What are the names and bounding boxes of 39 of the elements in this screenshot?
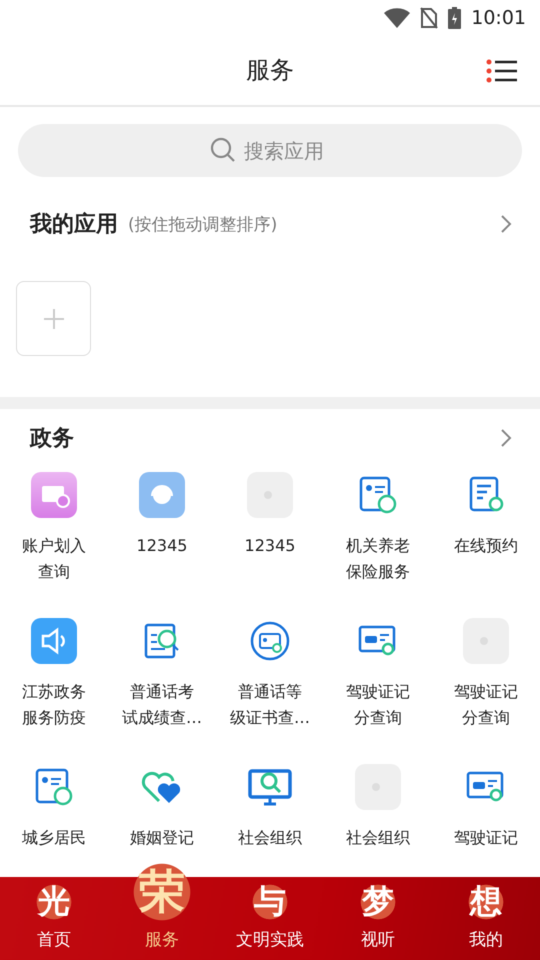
chevron-right-icon[interactable] bbox=[500, 214, 512, 234]
nav-tab[interactable]: 梦 视听 bbox=[324, 877, 432, 960]
nav-tab[interactable]: 光 首页 bbox=[0, 877, 108, 960]
search-icon bbox=[210, 137, 236, 163]
no-sim-icon bbox=[420, 6, 438, 28]
app-label: 社会组织 bbox=[238, 827, 302, 849]
id-card-icon[interactable] bbox=[249, 620, 291, 662]
app-label: 婚姻登记 bbox=[130, 827, 194, 849]
plus-icon bbox=[42, 308, 64, 330]
app-label: 驾驶证记 分查询 bbox=[346, 681, 410, 729]
app-label: 江苏政务 服务防疫 bbox=[22, 681, 86, 729]
chevron-right-icon[interactable] bbox=[500, 428, 512, 448]
card-icon[interactable] bbox=[31, 472, 77, 518]
app-label: 驾驶证记 分查询 bbox=[454, 681, 518, 729]
app-label: 普通话等 级证书查… bbox=[230, 681, 310, 729]
menu-button[interactable] bbox=[486, 59, 518, 83]
search-field[interactable]: 搜索应用 bbox=[18, 124, 522, 177]
nav-tab[interactable]: 荣 服务 bbox=[108, 856, 216, 960]
document-icon[interactable] bbox=[34, 767, 74, 807]
app-label: 12345 bbox=[136, 535, 188, 557]
app-label: 驾驶证记 bbox=[454, 827, 518, 849]
app-label: 城乡居民 bbox=[22, 827, 86, 849]
nav-tab[interactable]: 与 文明实践 bbox=[216, 877, 324, 960]
app-label: 账户划入 查询 bbox=[22, 535, 86, 583]
status-time: 10:01 bbox=[471, 6, 526, 28]
app-label: 在线预约 bbox=[454, 535, 518, 557]
section-title: 政务 bbox=[30, 425, 74, 453]
wifi-icon bbox=[384, 8, 410, 28]
speaker-icon[interactable] bbox=[31, 618, 77, 664]
app-label: 12345 bbox=[244, 535, 296, 557]
document-icon[interactable] bbox=[358, 475, 398, 515]
section-title: 我的应用 bbox=[30, 210, 118, 239]
nav-tab[interactable]: 想 我的 bbox=[432, 877, 540, 960]
page-title: 服务 bbox=[246, 55, 294, 86]
battery-icon bbox=[448, 6, 462, 28]
app-label: 社会组织 bbox=[346, 827, 410, 849]
section-hint: (按住拖动调整排序) bbox=[128, 214, 278, 234]
app-label: 机关养老 保险服务 bbox=[346, 535, 410, 583]
app-label: 普通话考 试成绩查… bbox=[122, 681, 202, 729]
